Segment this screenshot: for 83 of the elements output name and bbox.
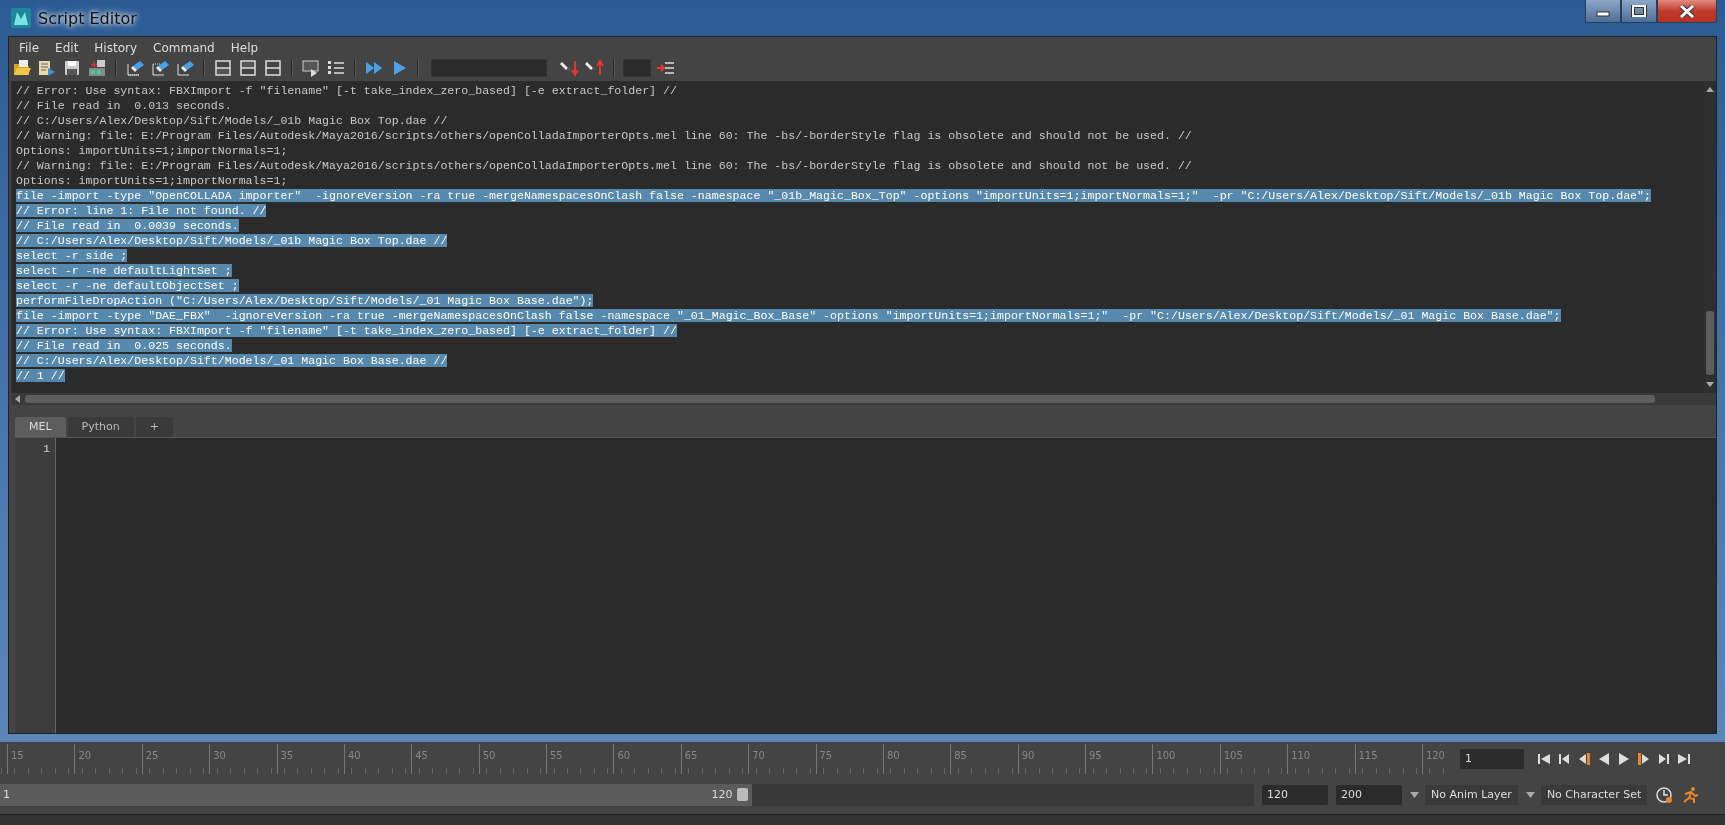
log-line: Options: importUnits=1;importNormals=1; [16,174,288,187]
range-end: 120 [711,787,733,803]
tick-label: 30 [213,750,226,761]
input-only-icon[interactable] [238,58,258,78]
tick-label: 20 [78,750,92,761]
scroll-down-icon [1705,381,1715,389]
tick-label: 115 [1358,750,1378,761]
horizontal-scrollbar[interactable] [11,393,1716,405]
clear-input-icon[interactable] [150,58,170,78]
open-folder-icon[interactable] [12,58,32,78]
scroll-left-icon [13,394,21,404]
tick-label: 75 [819,750,833,761]
clear-history-icon[interactable] [125,58,145,78]
go-to-start-icon[interactable] [1536,751,1552,767]
log-line: // File read in 0.013 seconds. [16,99,232,112]
maximize-button[interactable] [1621,0,1657,23]
script-tab[interactable]: MEL [15,417,66,437]
range-start: 1 [3,787,10,803]
search-down-icon[interactable] [560,58,580,78]
range-slider[interactable]: 1 120 [0,784,1254,806]
tick-label: 80 [886,750,900,761]
tick-label: 50 [482,750,496,761]
current-frame-field[interactable]: 1 [1460,749,1524,769]
script-tab[interactable]: Python [67,417,134,437]
menu-item[interactable]: Command [153,41,215,55]
clear-all-icon[interactable] [175,58,195,78]
scroll-thumb[interactable] [25,395,1655,403]
tick-label: 15 [11,750,24,761]
dropdown-arrow-icon [1410,792,1419,798]
save-to-shelf-icon[interactable] [87,58,107,78]
search-up-icon[interactable] [585,58,605,78]
code-input[interactable] [56,438,1716,733]
save-icon[interactable] [62,58,82,78]
tick-label: 105 [1223,750,1243,761]
app-icon [10,7,32,29]
go-to-end-icon[interactable] [1676,751,1692,767]
playback-end-field[interactable]: 120 [1262,785,1328,805]
tick-label: 85 [954,750,967,761]
tick-label: 70 [752,750,765,761]
tick-label: 95 [1089,750,1102,761]
tick-label: 100 [1156,750,1176,761]
tick-label: 35 [280,750,294,761]
menu-item[interactable]: File [19,41,40,55]
close-icon [1679,4,1695,18]
animation-end-field[interactable]: 200 [1336,785,1402,805]
tick-label: 40 [347,750,361,761]
tick-label: 120 [1425,750,1445,761]
log-line: // C:/Users/Alex/Desktop/Sift/Models/_01b Magic Box Top.dae // [16,114,448,127]
maximize-icon [1631,5,1647,17]
echo-commands-icon[interactable] [301,58,321,78]
tick-label: 45 [415,750,428,761]
scroll-up-icon [1705,85,1715,93]
log-line: // Warning: file: E:/Program Files/Autodesk/Maya2016/scripts/others/openColladaImporterOpts.mel line 60: The -bs/-borderStyle flag is obsolete and should not be used. // [16,159,1192,172]
line-number: 1 [42,442,51,455]
vertical-scrollbar[interactable] [1704,81,1716,393]
tick-label: 65 [684,750,698,761]
running-figure-icon[interactable] [1681,786,1700,804]
close-button[interactable] [1657,0,1717,23]
tick-label: 25 [145,750,159,761]
tick-label: 60 [617,750,631,761]
log-line: // Error: Use syntax: FBXImport -f "filename" [-t take_index_zero_based] [-e extract_folder] // [16,84,677,97]
menu-item[interactable]: Help [230,41,259,55]
tick-label: 90 [1021,750,1035,761]
log-line: // Warning: file: E:/Program Files/Autodesk/Maya2016/scripts/others/openColladaImporterOpts.mel line 60: The -bs/-borderStyle flag is obsolete and should not be used. // [16,129,1192,142]
source-script-icon[interactable] [37,58,57,78]
auto-key-icon[interactable] [1655,786,1674,804]
history-only-icon[interactable] [213,58,233,78]
step-forward-icon[interactable] [1656,751,1672,767]
search-field[interactable] [431,59,547,77]
tick-label: 55 [550,750,563,761]
window-title: Script Editor [38,8,137,28]
range-handle[interactable] [737,788,749,801]
tick-label: 110 [1291,750,1311,761]
step-back-icon[interactable] [1556,751,1572,767]
script-tab[interactable]: + [135,417,173,437]
menu-item[interactable]: History [94,41,138,55]
scroll-thumb[interactable] [1706,311,1714,375]
split-panes-icon[interactable] [263,58,283,78]
log-line: Options: importUnits=1;importNormals=1; [16,144,288,157]
minimize-button[interactable] [1585,0,1621,23]
dropdown-arrow-icon [1525,792,1535,798]
menu-item[interactable]: Edit [55,41,79,55]
line-field[interactable] [623,59,651,77]
